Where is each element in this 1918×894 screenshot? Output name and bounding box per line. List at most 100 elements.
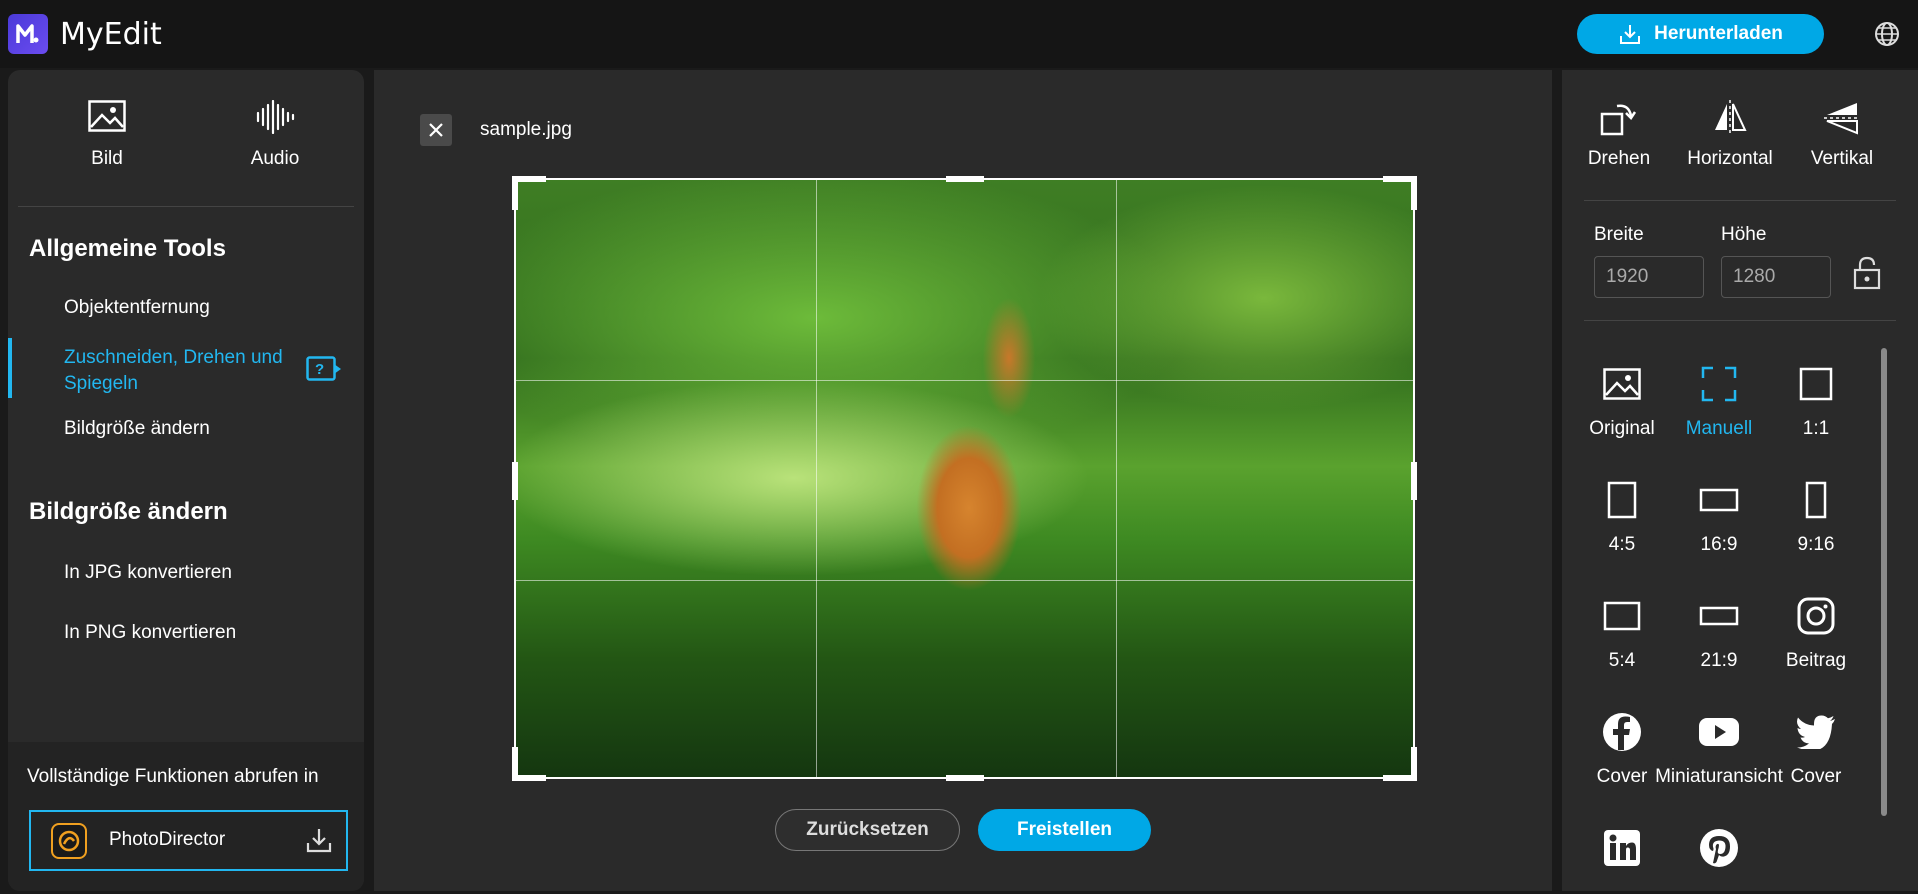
crop-handle-bottom-left[interactable]: [512, 747, 518, 781]
flip-horizontal-button[interactable]: Horizontal: [1675, 98, 1785, 170]
right-panel-scrollbar[interactable]: [1881, 348, 1887, 816]
ratio-manual[interactable]: Manuell: [1664, 360, 1774, 440]
divider: [1584, 320, 1896, 321]
ratio-label: 4:5: [1608, 534, 1636, 555]
photodirector-download-button[interactable]: PhotoDirector: [29, 810, 348, 871]
crop-grid-line: [1116, 180, 1117, 777]
top-header: MyEdit Herunterladen: [0, 0, 1918, 68]
ratio-instagram-post[interactable]: Beitrag: [1761, 592, 1871, 672]
mode-tab-audio[interactable]: Audio: [215, 100, 335, 170]
ratio-label: 1:1: [1802, 418, 1830, 439]
nav-item-label-line1: Zuschneiden, Drehen und: [64, 347, 283, 368]
pinterest-icon: [1700, 829, 1738, 867]
portrait-9-16-icon: [1805, 481, 1827, 519]
landscape-21-9-icon: [1699, 606, 1739, 626]
tutorial-video-icon[interactable]: ?: [306, 356, 342, 382]
ratio-9-16[interactable]: 9:16: [1761, 476, 1871, 556]
flip-vertical-button[interactable]: Vertikal: [1787, 98, 1897, 170]
ratio-label: 5:4: [1608, 650, 1636, 671]
crop-handle-right[interactable]: [1411, 462, 1417, 500]
ratio-label: Manuell: [1685, 418, 1753, 439]
app-name: MyEdit: [60, 17, 162, 52]
ratio-label: 21:9: [1700, 650, 1738, 671]
height-label: Höhe: [1721, 224, 1767, 245]
ratio-youtube-thumbnail[interactable]: Miniaturansicht: [1655, 708, 1783, 788]
tool-label: Horizontal: [1687, 148, 1773, 169]
linkedin-icon: [1604, 830, 1640, 866]
crop-handle-bottom-right[interactable]: [1411, 747, 1417, 781]
photodirector-label: PhotoDirector: [109, 829, 226, 850]
height-input[interactable]: [1721, 256, 1831, 298]
crop-handle-top[interactable]: [946, 176, 984, 182]
mode-tab-image[interactable]: Bild: [47, 100, 167, 170]
rotate-button[interactable]: Drehen: [1564, 98, 1674, 170]
ratio-4-5[interactable]: 4:5: [1567, 476, 1677, 556]
instagram-icon: [1797, 597, 1835, 635]
width-input[interactable]: [1594, 256, 1704, 298]
youtube-icon: [1699, 718, 1739, 746]
ratio-linkedin[interactable]: [1567, 824, 1677, 882]
crop-frame[interactable]: [512, 176, 1417, 781]
section-title-general-tools: Allgemeine Tools: [29, 235, 226, 262]
image-icon: [88, 100, 126, 132]
close-icon: [429, 123, 443, 137]
download-icon: [1620, 25, 1641, 44]
globe-icon[interactable]: [1873, 20, 1901, 48]
landscape-5-4-icon: [1603, 601, 1641, 631]
tool-label: Vertikal: [1810, 148, 1874, 169]
divider: [18, 206, 354, 207]
active-indicator: [8, 338, 12, 398]
crop-apply-button[interactable]: Freistellen: [978, 809, 1151, 851]
ratio-twitter-cover[interactable]: Cover: [1761, 708, 1871, 788]
crop-handle-left[interactable]: [512, 462, 518, 500]
ratio-pinterest[interactable]: [1664, 824, 1774, 882]
square-icon: [1799, 367, 1833, 401]
rotate-icon: [1600, 104, 1637, 136]
left-sidebar: Bild Audio Allgemeine Tools Objektentfer…: [8, 70, 364, 891]
nav-item-label-line2: Spiegeln: [64, 373, 138, 394]
lock-aspect-icon[interactable]: [1852, 255, 1882, 291]
editor-canvas-area: sample.jpg Zurücksetzen Freistellen: [374, 70, 1552, 891]
ratio-5-4[interactable]: 5:4: [1567, 592, 1677, 672]
ratio-label: Beitrag: [1785, 650, 1847, 671]
crop-grid-line: [516, 380, 1413, 381]
portrait-4-5-icon: [1607, 481, 1637, 519]
reset-button[interactable]: Zurücksetzen: [775, 809, 960, 851]
crop-handle-bottom[interactable]: [946, 775, 984, 781]
tool-label: Drehen: [1587, 148, 1651, 169]
ratio-label: 16:9: [1700, 534, 1738, 555]
ratio-21-9[interactable]: 21:9: [1664, 592, 1774, 672]
nav-item-resize-image[interactable]: Bildgröße ändern: [64, 416, 210, 442]
ratio-1-1[interactable]: 1:1: [1761, 360, 1871, 440]
crop-handle-top-right[interactable]: [1411, 176, 1417, 210]
facebook-icon: [1603, 713, 1641, 751]
divider: [1584, 200, 1896, 201]
nav-item-convert-png[interactable]: In PNG konvertieren: [64, 620, 236, 646]
download-icon: [306, 829, 332, 853]
download-button[interactable]: Herunterladen: [1577, 14, 1824, 54]
crop-grid-line: [816, 180, 817, 777]
ratio-label: Cover: [1790, 766, 1842, 787]
crop-handle-top-left[interactable]: [512, 176, 518, 210]
landscape-16-9-icon: [1699, 488, 1739, 512]
audio-waveform-icon: [256, 100, 295, 134]
ratio-label: Original: [1589, 418, 1655, 439]
close-file-button[interactable]: [420, 114, 452, 146]
width-label: Breite: [1594, 224, 1644, 245]
ratio-original[interactable]: Original: [1567, 360, 1677, 440]
promo-text: Vollständige Funktionen abrufen in: [27, 766, 319, 787]
flip-horizontal-icon: [1715, 100, 1747, 136]
right-panel: Drehen Horizontal Vertikal Breite Höhe O…: [1562, 70, 1918, 891]
nav-item-object-removal[interactable]: Objektentfernung: [64, 295, 210, 321]
nav-item-convert-jpg[interactable]: In JPG konvertieren: [64, 560, 232, 586]
twitter-icon: [1797, 715, 1835, 749]
flip-vertical-icon: [1824, 103, 1860, 135]
ratio-16-9[interactable]: 16:9: [1664, 476, 1774, 556]
image-icon: [1603, 368, 1641, 400]
mode-tab-label: Bild: [91, 148, 123, 169]
myedit-logo-icon[interactable]: [8, 14, 48, 54]
nav-item-crop-rotate-flip[interactable]: Zuschneiden, Drehen und Spiegeln: [64, 345, 283, 397]
crop-grid-line: [516, 580, 1413, 581]
app-root: MyEdit Herunterladen Bild Audio Allgemei…: [0, 0, 1918, 894]
manual-crop-icon: [1701, 366, 1737, 402]
